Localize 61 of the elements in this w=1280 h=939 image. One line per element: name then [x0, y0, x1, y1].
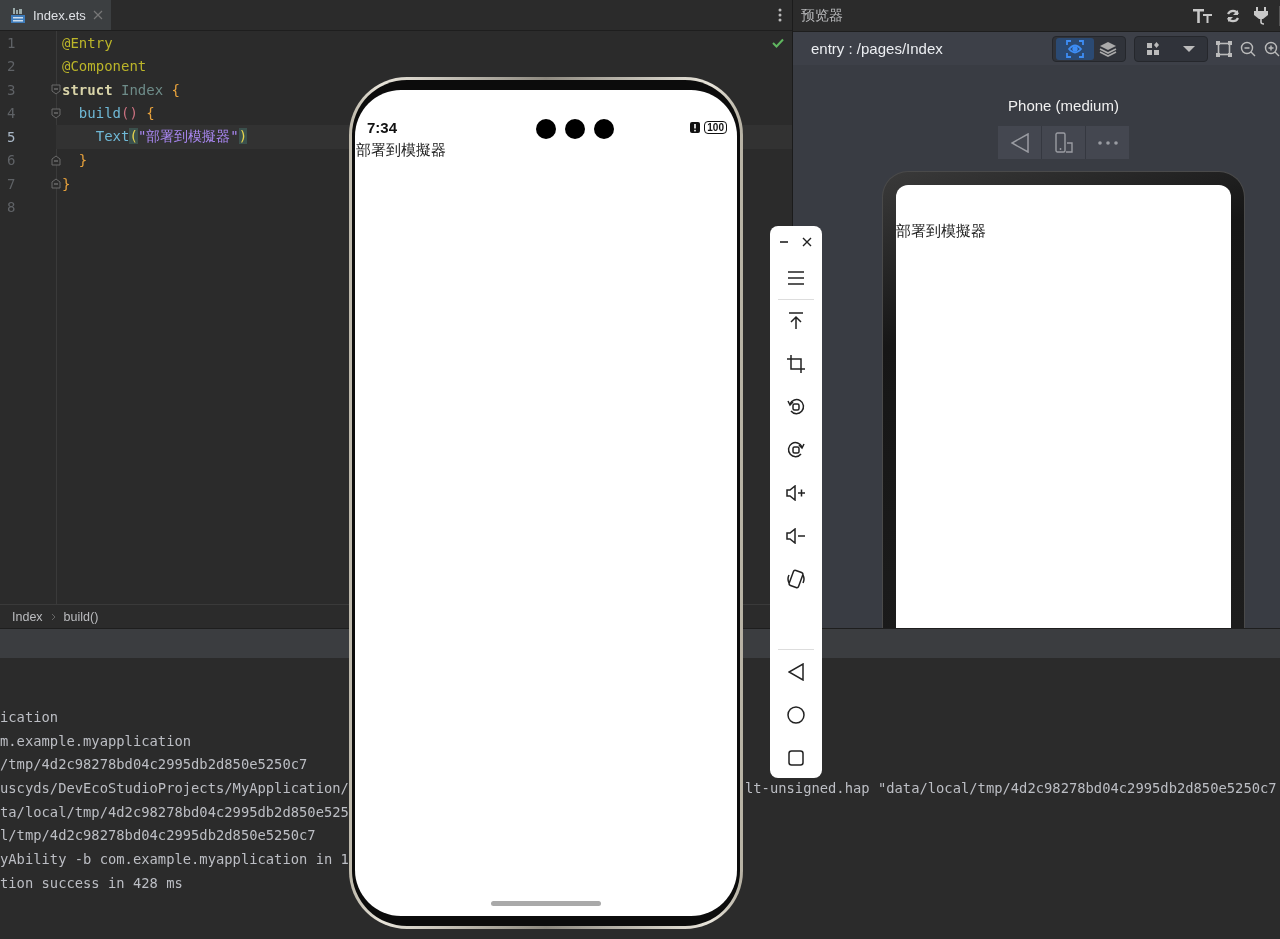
code-line: build() { — [77, 105, 155, 122]
font-size-icon[interactable] — [1193, 7, 1213, 24]
console-line: ication — [0, 708, 59, 727]
page-path: entry : /pages/Index — [811, 40, 943, 57]
plug-icon[interactable] — [1253, 6, 1269, 25]
code-line: struct Index { — [62, 81, 181, 98]
code-line: } — [62, 175, 71, 192]
chevron-icon — [50, 612, 56, 621]
screen-text: 部署到模擬器 — [355, 141, 447, 160]
refresh-icon[interactable] — [1225, 7, 1241, 24]
line-number: 4 — [6, 105, 17, 122]
shake-icon[interactable] — [787, 569, 805, 589]
console-line: yAbility -b com.example.myapplication in 1 — [0, 850, 349, 870]
console-line: l/tmp/4d2c98278bd04c2995db2d850e5250c7 — [0, 826, 316, 846]
breadcrumb-item[interactable]: build() — [63, 609, 99, 624]
console-line: /tmp/4d2c98278bd04c2995db2d850e5250c7 — [0, 755, 308, 775]
console-line: tion success in 428 ms — [0, 873, 183, 893]
code-line: Text("部署到模擬器") — [94, 127, 248, 146]
more-icon[interactable] — [1097, 140, 1118, 145]
menu-icon[interactable] — [787, 271, 805, 285]
line-number: 2 — [6, 58, 17, 75]
device-name: Phone (medium) — [1008, 97, 1119, 114]
frame-icon[interactable] — [1216, 40, 1232, 57]
rotate-right-icon[interactable] — [787, 441, 805, 459]
minimize-icon[interactable] — [780, 238, 788, 246]
volume-down-icon[interactable] — [786, 528, 806, 544]
code-line: @Component — [62, 58, 147, 75]
console-line: m.example.myapplication — [0, 731, 192, 751]
status-time: 7:34 — [367, 119, 398, 136]
line-number: 1 — [6, 34, 17, 51]
code-line: @Entry — [62, 34, 113, 51]
code-line: } — [77, 152, 88, 169]
zoom-out-icon[interactable] — [1240, 40, 1256, 57]
screen-text: 部署到模擬器 — [896, 222, 986, 239]
check-icon — [772, 37, 784, 48]
line-number: 7 — [6, 175, 17, 192]
console-line: lt-unsigned.hap "data/local/tmp/4d2c98278bd04c2995db2d850e5250c7 — [745, 779, 1277, 799]
rotate-left-icon[interactable] — [787, 398, 805, 416]
alert-icon — [690, 122, 701, 133]
console-line: uscyds/DevEcoStudioProjects/MyApplication/ — [0, 779, 349, 799]
recents-icon[interactable] — [788, 750, 804, 766]
line-number: 6 — [6, 152, 17, 169]
battery-level: 100 — [704, 121, 727, 134]
line-number: 3 — [6, 81, 17, 98]
breadcrumb-item[interactable]: Index — [12, 609, 43, 624]
editor-tab[interactable]: Index.ets — [0, 0, 111, 30]
home-icon[interactable] — [787, 706, 805, 724]
close-icon[interactable] — [802, 237, 812, 247]
more-options-icon[interactable] — [778, 8, 782, 22]
console-line: ta/local/tmp/4d2c98278bd04c2995db2d850e525 — [0, 802, 349, 822]
volume-up-icon[interactable] — [786, 485, 806, 501]
zoom-in-icon[interactable] — [1264, 40, 1280, 57]
fold-device-icon[interactable] — [1054, 132, 1073, 153]
line-number: 8 — [6, 199, 17, 216]
back-icon[interactable] — [788, 663, 804, 681]
crop-icon[interactable] — [787, 355, 805, 373]
file-icon — [10, 7, 26, 23]
inspector-icon[interactable] — [1056, 37, 1094, 60]
pin-to-top-icon[interactable] — [788, 312, 804, 330]
line-number: 5 — [6, 128, 17, 145]
panel-title: 预览器 — [801, 6, 843, 25]
